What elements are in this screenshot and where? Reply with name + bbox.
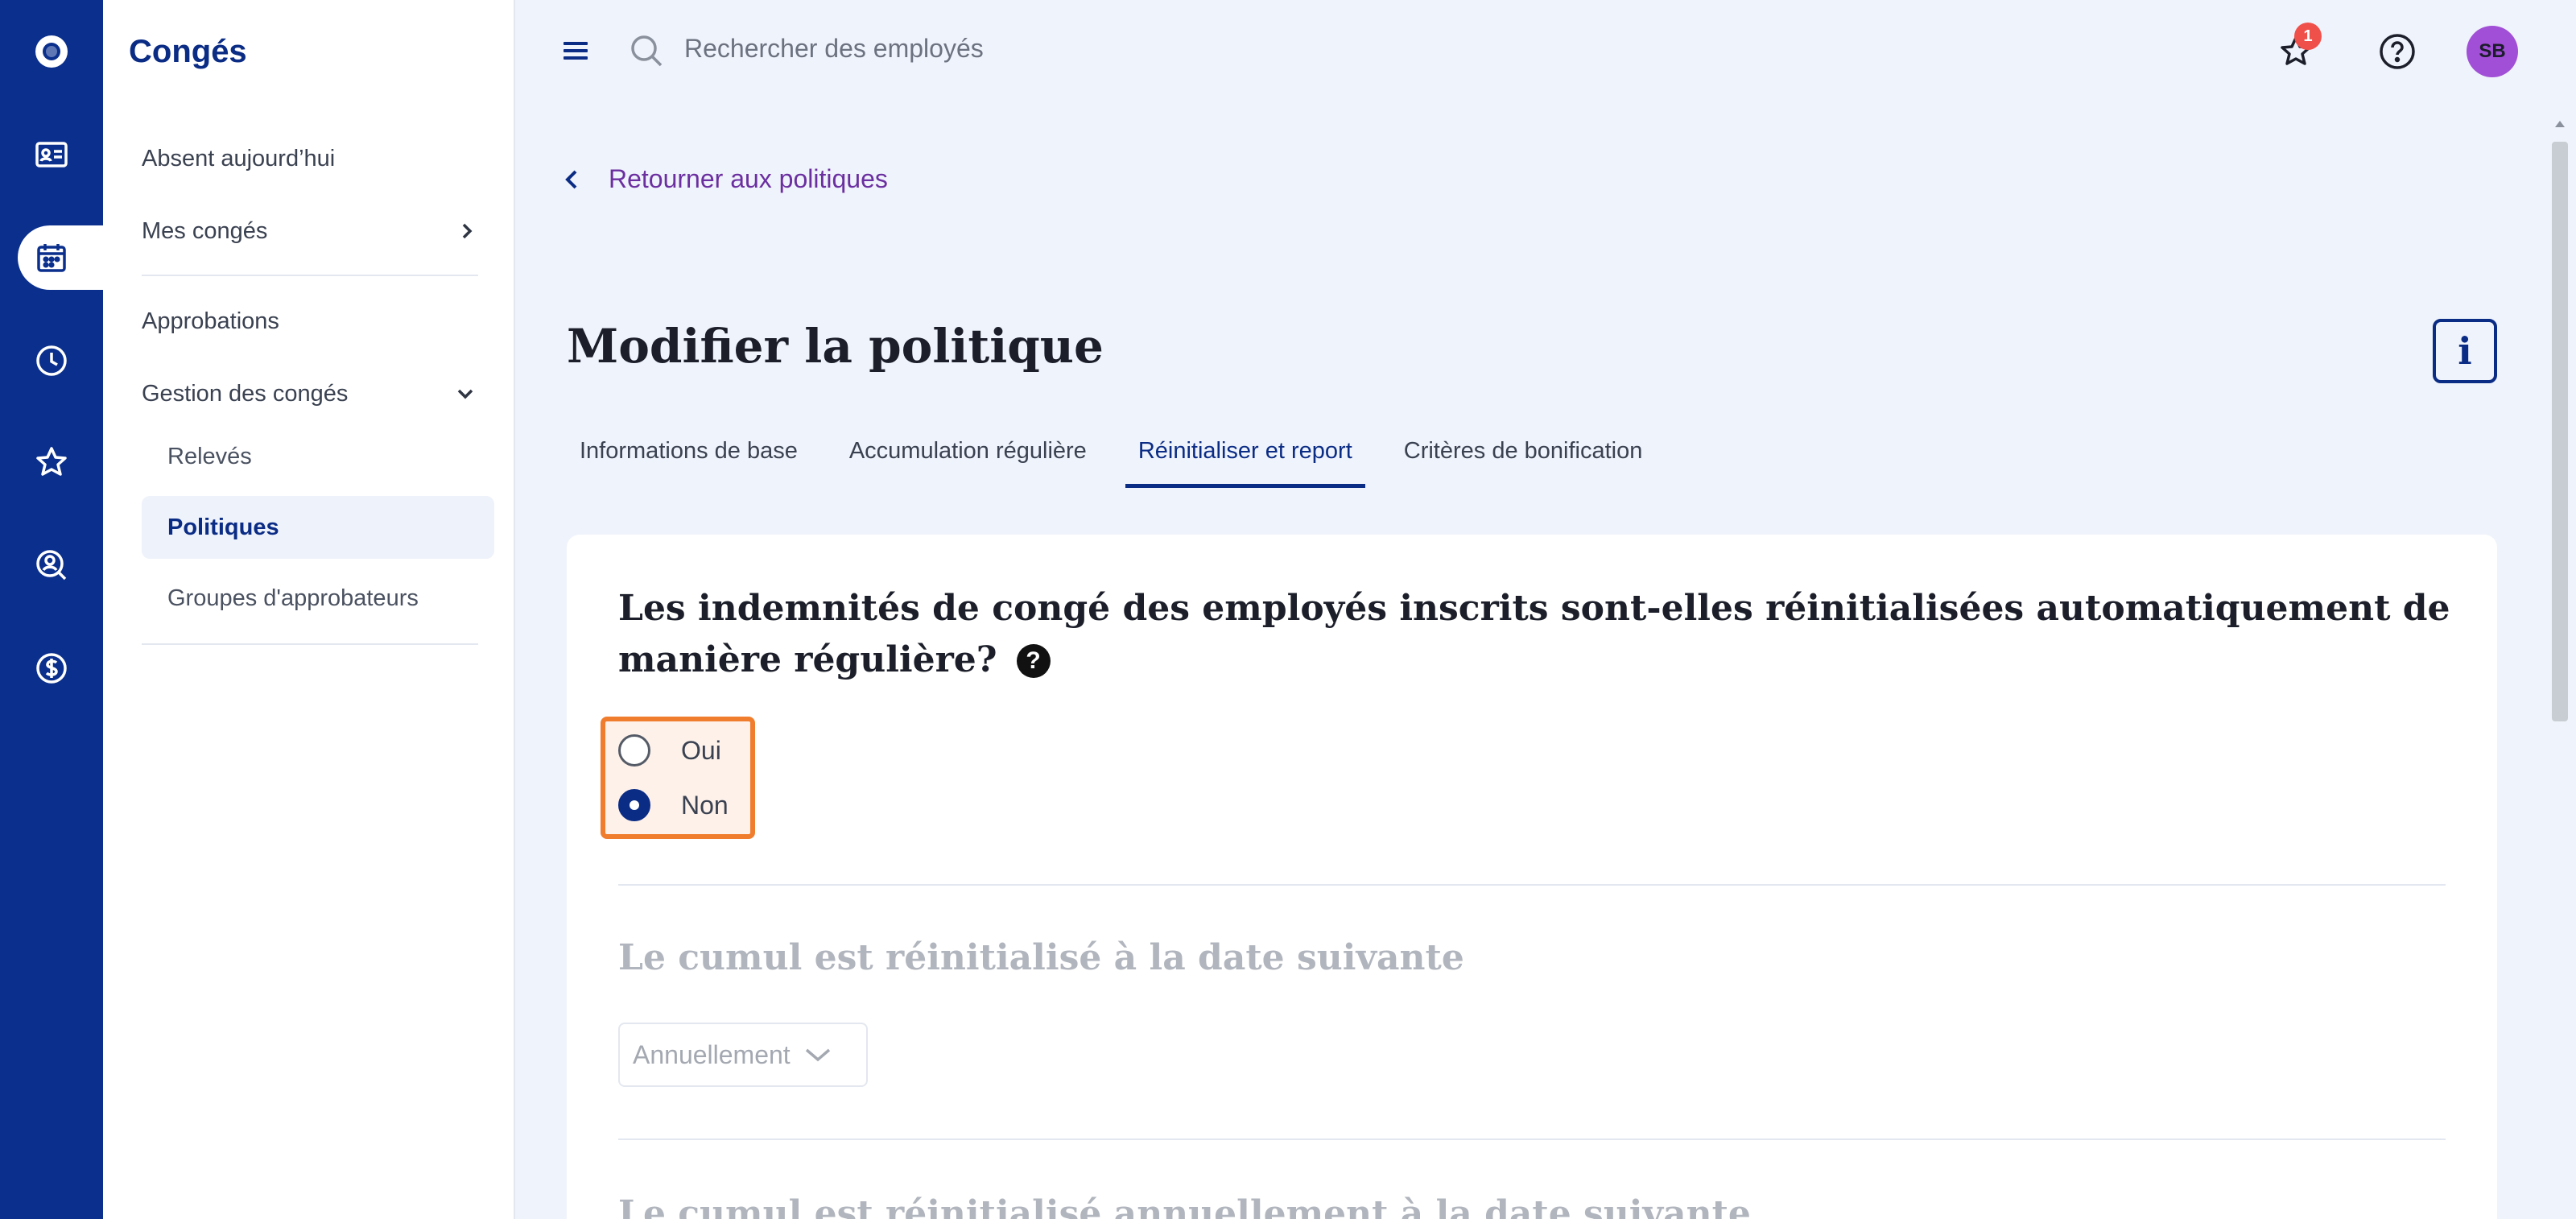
app-rail (0, 0, 103, 1219)
star-icon[interactable] (26, 436, 77, 488)
sidebar-subitem-label: Groupes d'approbateurs (167, 585, 419, 611)
search-icon (628, 32, 665, 73)
tab-basic-info[interactable]: Informations de base (567, 427, 811, 488)
clock-icon[interactable] (26, 335, 77, 386)
reset-frequency-select: Annuellement (618, 1023, 868, 1087)
user-search-icon[interactable] (26, 539, 77, 591)
radio-unchecked-icon[interactable] (618, 734, 650, 767)
back-link-label: Retourner aux politiques (609, 164, 888, 193)
dollar-icon[interactable] (26, 643, 77, 694)
reset-radio-group: Oui Non (601, 717, 755, 839)
tab-bonus-criteria[interactable]: Critères de bonification (1391, 427, 1656, 488)
sidebar-divider (142, 275, 478, 276)
chevron-left-icon (565, 170, 577, 188)
section-sidebar: Congés Absent aujourd’hui Mes congés App… (103, 0, 515, 1219)
info-button[interactable]: i (2433, 319, 2497, 383)
section-divider (618, 884, 2446, 886)
scrollbar-thumb[interactable] (2552, 142, 2568, 721)
radio-label: Oui (681, 735, 721, 765)
reset-date-section-title: Le cumul est réinitialisé à la date suiv… (618, 937, 1464, 978)
employee-card-icon[interactable] (26, 129, 77, 180)
sidebar-item-approvals[interactable]: Approbations (142, 291, 494, 352)
page-title: Modifier la politique (567, 319, 1104, 374)
app-logo-icon[interactable] (26, 26, 77, 77)
back-to-policies-link[interactable]: Retourner aux politiques (564, 164, 888, 194)
tab-reset-carryover[interactable]: Réinitialiser et report (1125, 427, 1365, 488)
sidebar-subitem-label: Politiques (167, 514, 279, 540)
reset-question: Les indemnités de congé des employés ins… (618, 583, 2470, 686)
reset-question-text: Les indemnités de congé des employés ins… (618, 588, 2450, 680)
search-input[interactable]: Rechercher des employés (684, 34, 984, 64)
sidebar-subitem-statements[interactable]: Relevés (142, 425, 494, 488)
hamburger-menu-icon[interactable] (562, 37, 589, 68)
sidebar-divider (142, 643, 478, 645)
help-circle-icon[interactable] (2372, 26, 2423, 77)
sidebar-title: Congés (129, 34, 247, 69)
policy-tabs: Informations de base Accumulation réguli… (567, 427, 1681, 488)
tab-regular-accrual[interactable]: Accumulation régulière (836, 427, 1100, 488)
annual-reset-section-title: Le cumul est réinitialisé annuellement à… (618, 1193, 1751, 1219)
sidebar-item-my-leave[interactable]: Mes congés (142, 200, 494, 262)
calendar-icon[interactable] (26, 232, 77, 283)
sidebar-item-label: Approbations (142, 308, 279, 334)
chevron-down-icon (805, 1048, 830, 1062)
radio-checked-icon[interactable] (618, 789, 650, 821)
sidebar-item-label: Mes congés (142, 217, 268, 244)
chevron-down-icon (457, 389, 473, 399)
reset-settings-card: Les indemnités de congé des employés ins… (567, 535, 2497, 1219)
radio-option-yes[interactable]: Oui (618, 734, 721, 767)
sidebar-subitem-approver-groups[interactable]: Groupes d'approbateurs (142, 567, 494, 630)
sidebar-item-label: Absent aujourd’hui (142, 145, 336, 171)
sidebar-subitem-policies[interactable]: Politiques (142, 496, 494, 559)
radio-label: Non (681, 790, 729, 820)
notification-badge: 1 (2294, 23, 2322, 50)
sidebar-item-label: Gestion des congés (142, 380, 349, 407)
sidebar-item-absent-today[interactable]: Absent aujourd’hui (142, 128, 494, 189)
chevron-right-icon (462, 223, 473, 239)
scroll-up-arrow-icon[interactable] (2552, 116, 2568, 132)
radio-option-no[interactable]: Non (618, 789, 729, 821)
select-value: Annuellement (633, 1039, 791, 1069)
sidebar-subitem-label: Relevés (167, 443, 252, 469)
user-avatar[interactable]: SB (2467, 26, 2518, 77)
question-help-icon[interactable]: ? (1016, 644, 1051, 678)
sidebar-item-leave-management[interactable]: Gestion des congés (142, 363, 494, 424)
section-divider (618, 1138, 2446, 1140)
